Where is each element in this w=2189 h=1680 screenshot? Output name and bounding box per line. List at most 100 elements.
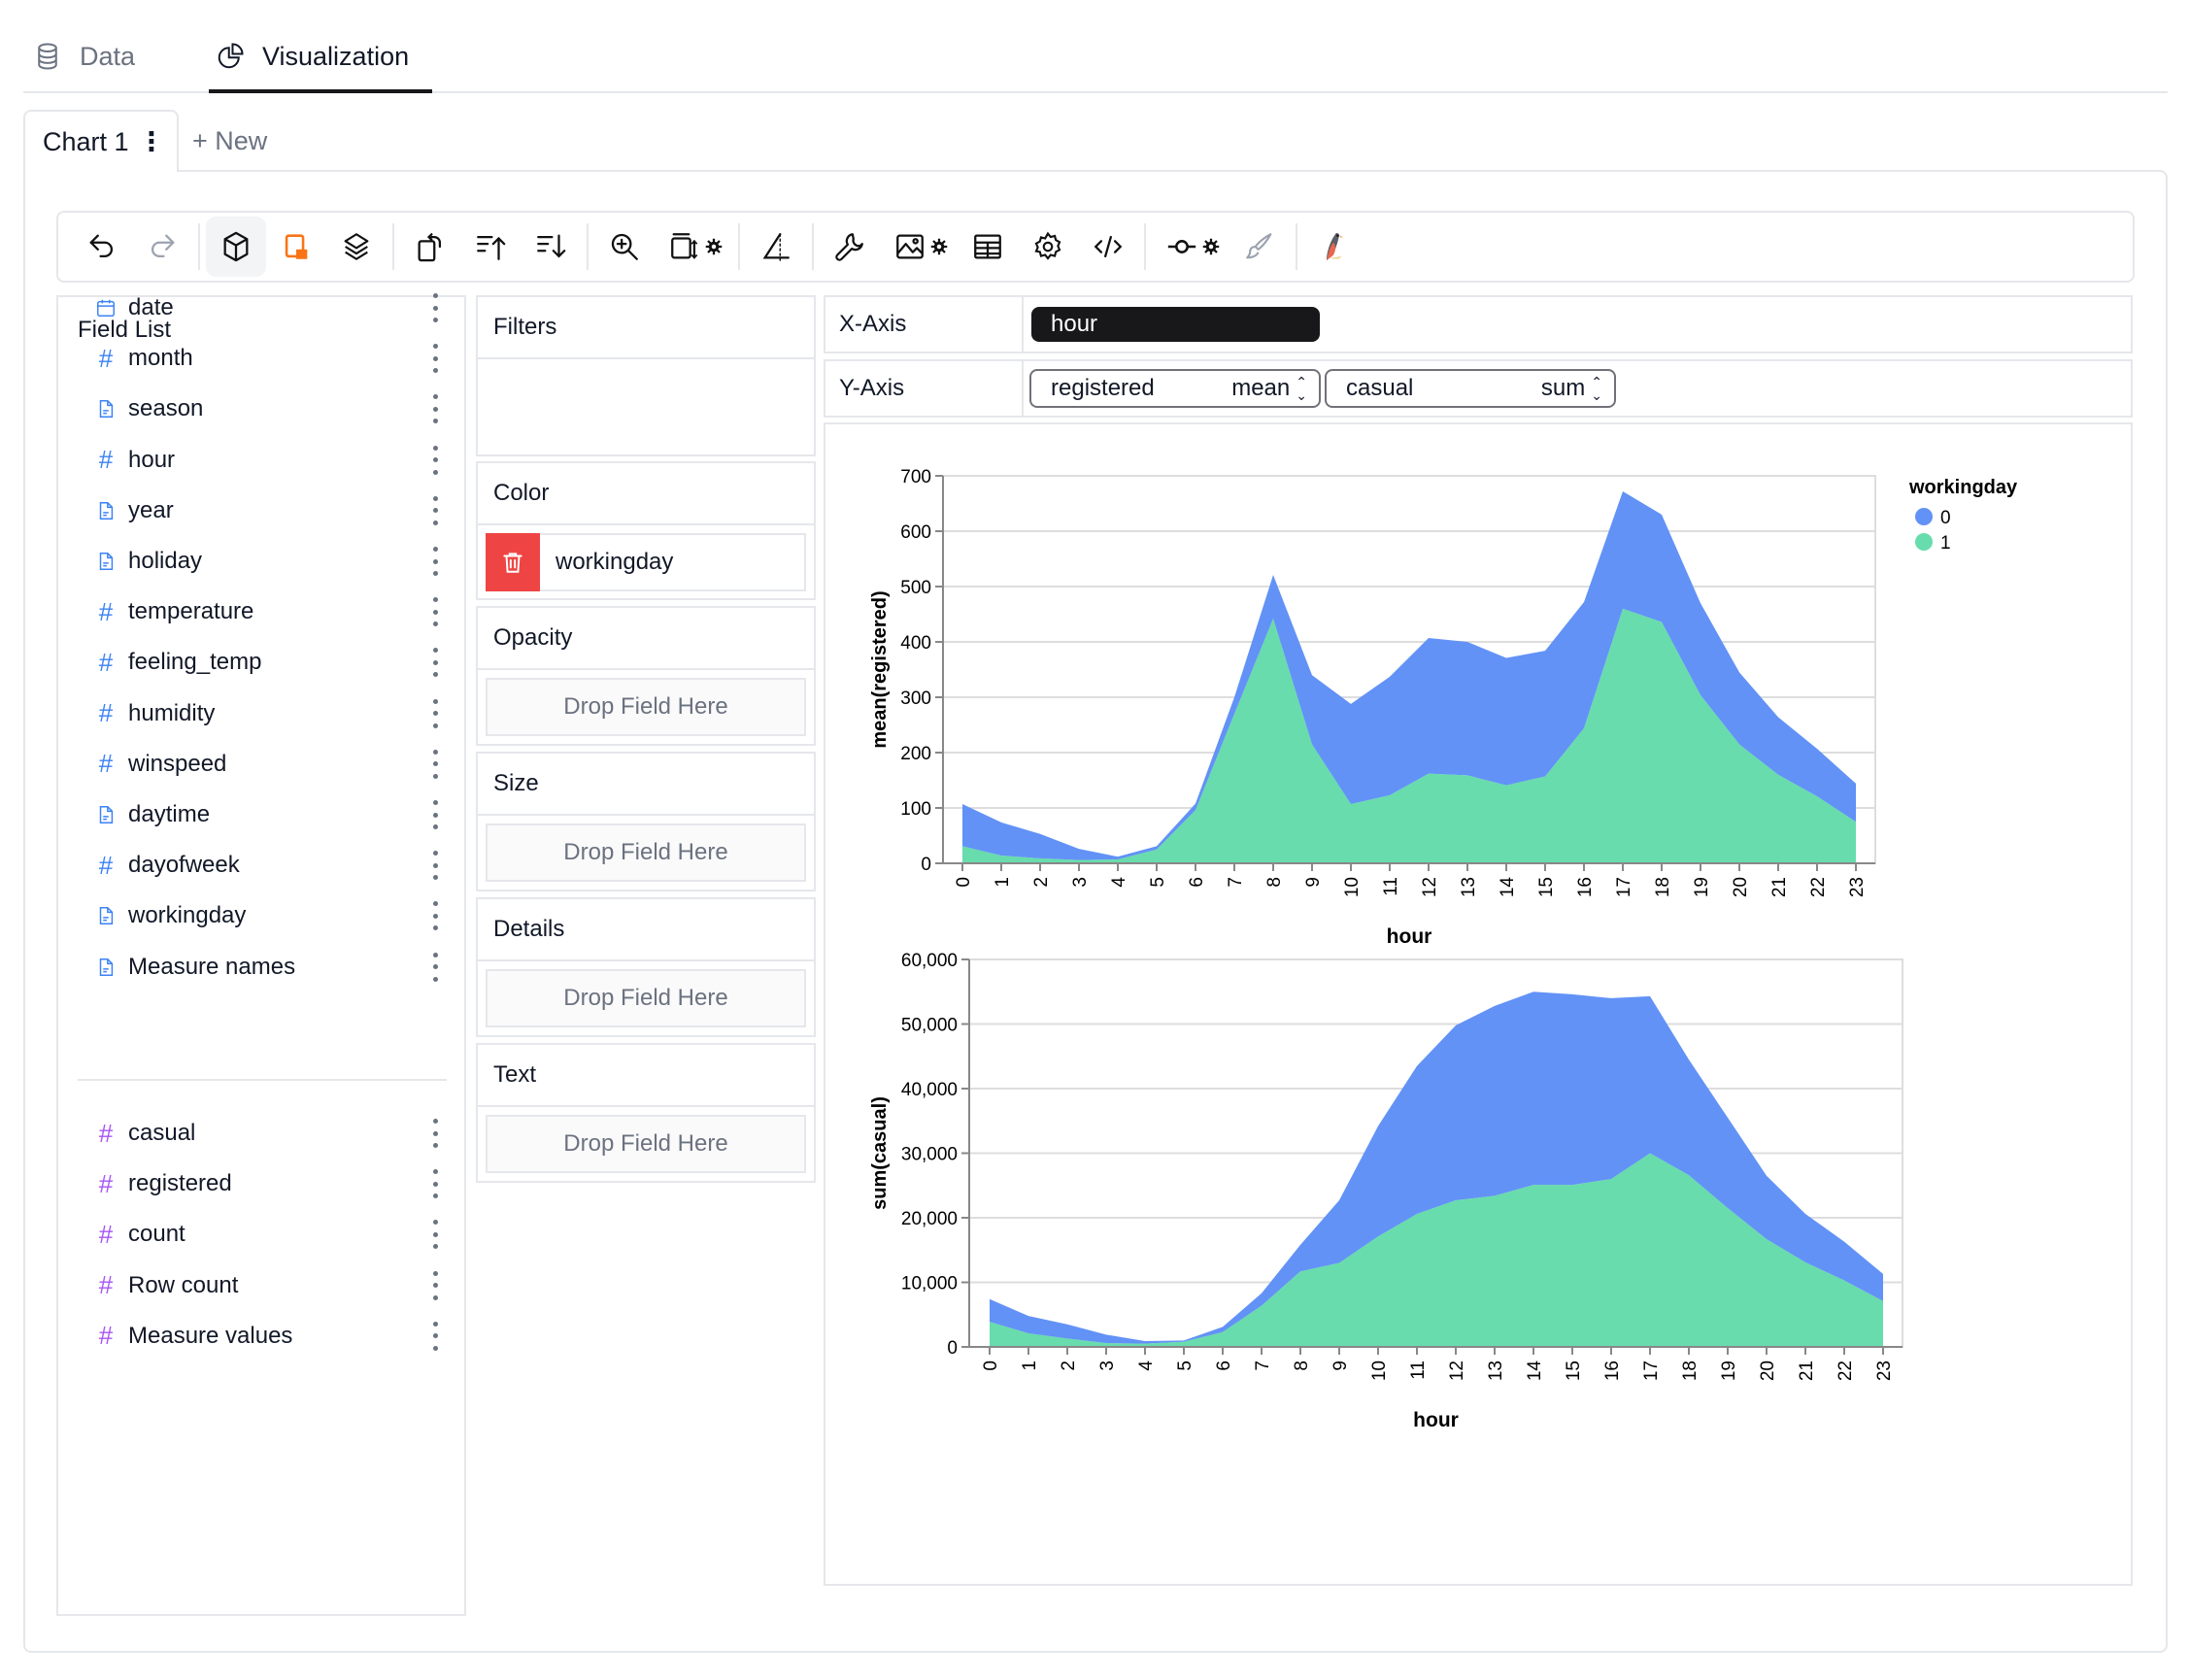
y-field-label: casual [1346,375,1413,402]
opacity-drop-zone[interactable]: Drop Field Here [486,678,806,736]
size-mode-settings[interactable] [705,217,726,277]
tab-data-label: Data [80,42,135,72]
more-vertical-icon[interactable] [425,1119,445,1148]
gear-icon [705,238,723,255]
filters-drop-zone[interactable] [478,359,814,453]
hash-icon: # [95,1275,117,1296]
field-name: hour [128,447,175,474]
more-vertical-icon[interactable] [425,1220,445,1249]
redo-icon [146,230,179,263]
zoom-button[interactable] [594,217,655,277]
size-drop-zone[interactable]: Drop Field Here [486,823,806,882]
chart-tab-chart-1[interactable]: Chart 1 ⋮ [23,110,179,172]
undo-button[interactable] [72,217,132,277]
more-vertical-icon[interactable]: ⋮ [139,127,165,157]
field-item-registered[interactable]: #registered [95,1161,445,1206]
delete-field-button[interactable] [486,533,540,591]
y-axis-label: Y-Axis [825,361,1024,416]
aggregate-select[interactable]: sum ⌃⌄ [1541,375,1602,402]
redo-button[interactable] [132,217,192,277]
field-item-count[interactable]: #count [95,1212,445,1257]
text-drop-zone[interactable]: Drop Field Here [486,1115,806,1173]
brush-button[interactable] [1229,217,1290,277]
color-field-pill[interactable]: workingday [486,533,806,591]
field-item-holiday[interactable]: holiday [95,539,445,584]
transpose-button[interactable] [400,217,460,277]
commit-settings[interactable] [1202,217,1224,277]
color-panel: Color workingday [476,461,816,600]
more-vertical-icon[interactable] [425,648,445,677]
config-button[interactable] [820,217,880,277]
y-axis-field-pill[interactable]: casual sum ⌃⌄ [1325,369,1616,408]
filters-header: Filters [478,297,814,359]
field-item-workingday[interactable]: workingday [95,893,445,938]
field-name: feeling_temp [128,649,261,676]
export-image-settings[interactable] [930,217,952,277]
field-item-humidity[interactable]: #humidity [95,691,445,736]
field-item-row-count[interactable]: # Row count [95,1263,445,1308]
more-vertical-icon[interactable] [425,446,445,475]
field-item-season[interactable]: season [95,386,445,431]
field-item-temperature[interactable]: #temperature [95,589,445,634]
x-axis-label: X-Axis [825,297,1024,352]
more-vertical-icon[interactable] [425,344,445,373]
more-vertical-icon[interactable] [425,1322,445,1351]
code-button[interactable] [1078,217,1138,277]
hash-icon: # [95,1224,117,1245]
resize-icon [668,230,701,263]
field-item-winspeed[interactable]: #winspeed [95,742,445,787]
field-item-measure-names[interactable]: Measure names [95,945,445,990]
field-item-measure-values[interactable]: #Measure values [95,1314,445,1359]
document-icon [95,551,117,572]
field-name: humidity [128,700,215,727]
chart-canvas [824,422,2133,1586]
field-item-feeling_temp[interactable]: #feeling_temp [95,640,445,685]
more-vertical-icon[interactable] [425,699,445,728]
field-name: Row count [128,1272,238,1299]
toolbar [56,211,2135,283]
more-vertical-icon[interactable] [425,293,445,322]
tab-data[interactable]: Data [33,29,135,84]
more-vertical-icon[interactable] [425,597,445,626]
field-item-month[interactable]: #month [95,336,445,381]
more-vertical-icon[interactable] [425,851,445,880]
toolbar-divider [587,223,589,270]
field-item-date[interactable]: date [95,286,445,330]
aggregate-select[interactable]: mean ⌃⌄ [1231,375,1307,402]
new-chart-button[interactable]: + New [192,115,267,167]
field-item-dayofweek[interactable]: #dayofweek [95,843,445,888]
field-name: season [128,395,203,422]
layers-button[interactable] [326,217,387,277]
more-vertical-icon[interactable] [425,1271,445,1300]
image-icon [893,230,926,263]
more-vertical-icon[interactable] [425,496,445,525]
painter-button[interactable] [1303,217,1364,277]
more-vertical-icon[interactable] [425,953,445,982]
field-item-daytime[interactable]: daytime [95,792,445,837]
mark-type-button[interactable] [206,217,266,277]
table-view-button[interactable] [958,217,1018,277]
more-vertical-icon[interactable] [425,394,445,423]
sort-ascending-button[interactable] [460,217,521,277]
field-item-casual[interactable]: #casual [95,1111,445,1156]
stack-mode-button[interactable] [266,217,326,277]
x-axis-field-pill[interactable]: hour [1031,307,1320,342]
more-vertical-icon[interactable] [425,1169,445,1198]
hash-icon: # [95,855,117,876]
more-vertical-icon[interactable] [425,750,445,779]
bird-logo-icon [1317,230,1350,263]
more-vertical-icon[interactable] [425,901,445,930]
y-axis-field-pill[interactable]: registered mean ⌃⌄ [1029,369,1321,408]
field-item-year[interactable]: year [95,488,445,533]
axis-style-button[interactable] [746,217,806,277]
tab-visualization[interactable]: Visualization [216,29,409,84]
toolbar-divider [1296,223,1297,270]
field-item-hour[interactable]: #hour [95,438,445,483]
x-axis-shelf: X-Axis hour [824,295,2133,353]
settings-button[interactable] [1018,217,1078,277]
sort-descending-button[interactable] [521,217,581,277]
active-tab-indicator [209,89,432,93]
more-vertical-icon[interactable] [425,800,445,829]
more-vertical-icon[interactable] [425,547,445,576]
details-drop-zone[interactable]: Drop Field Here [486,969,806,1027]
